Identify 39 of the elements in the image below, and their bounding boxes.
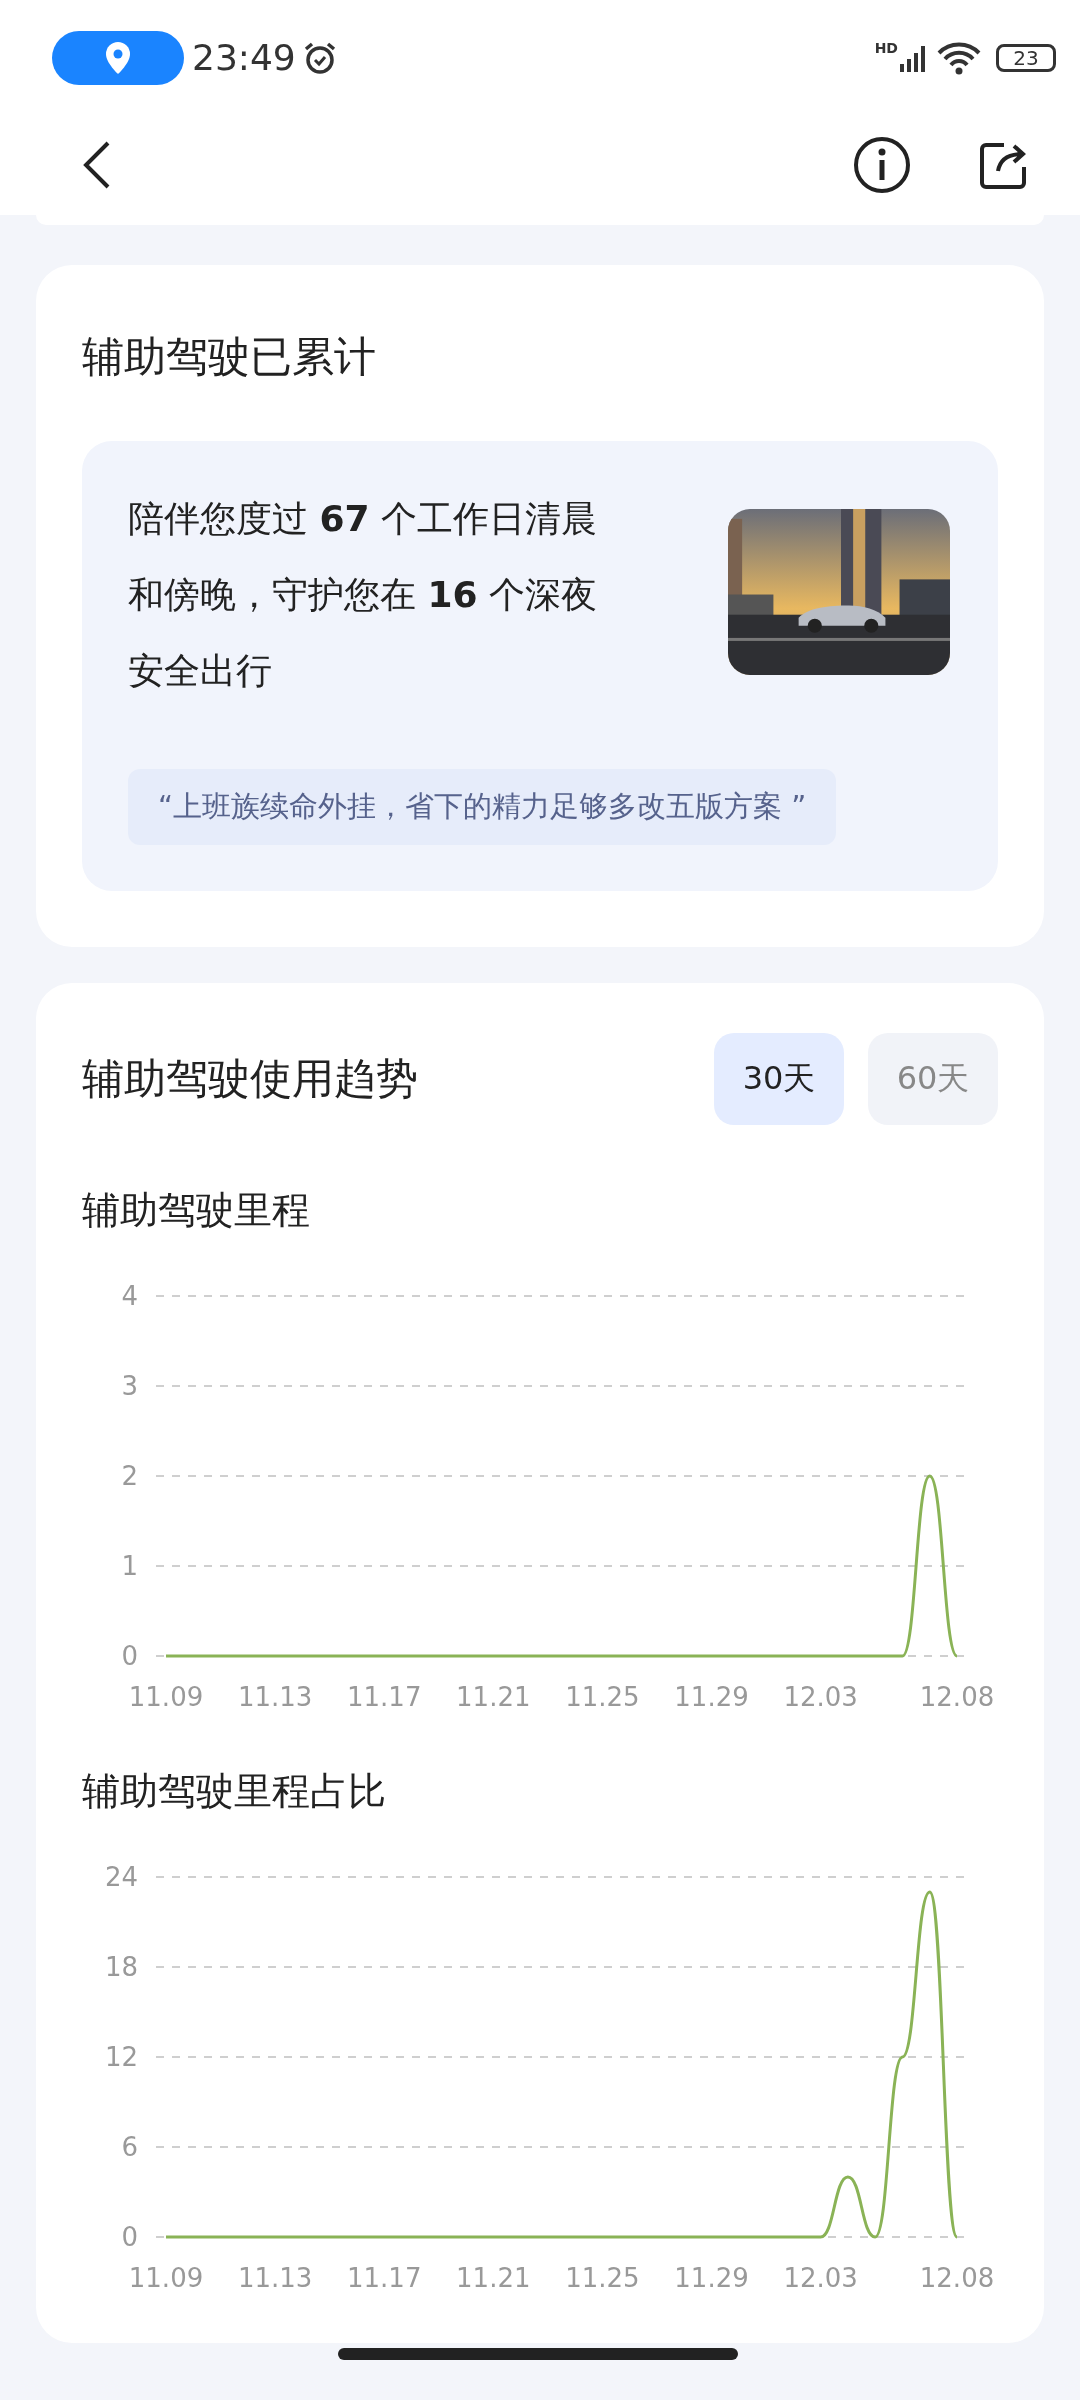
x-tick-label: 12.03 — [783, 2263, 858, 2287]
x-tick-label: 12.03 — [783, 1682, 858, 1706]
quote-bubble: “上班族续命外挂，省下的精力足够多改五版方案 ” — [128, 769, 837, 845]
x-tick-label: 11.17 — [347, 1682, 422, 1706]
x-tick-label: 11.21 — [456, 1682, 531, 1706]
x-tick-label: 11.29 — [674, 1682, 749, 1706]
x-tick-label: 11.17 — [347, 2263, 422, 2287]
y-tick-label: 4 — [121, 1281, 138, 1311]
period-tab[interactable]: 30天 — [714, 1033, 844, 1125]
y-tick-label: 0 — [121, 2222, 138, 2252]
y-tick-label: 12 — [104, 2042, 138, 2072]
card-title: 辅助驾驶已累计 — [82, 331, 377, 383]
x-tick-label: 11.25 — [565, 1682, 640, 1706]
x-tick-label: 11.13 — [237, 2263, 313, 2287]
info-icon[interactable] — [852, 135, 912, 195]
chart-title: 辅助驾驶里程占比 — [82, 1768, 387, 1815]
x-tick-label: 12.08 — [919, 1682, 995, 1706]
y-tick-label: 2 — [121, 1461, 138, 1491]
x-tick-label: 11.09 — [128, 2263, 204, 2287]
y-tick-label: 1 — [121, 1551, 138, 1581]
x-tick-label: 11.21 — [456, 2263, 531, 2287]
location-icon — [103, 39, 133, 76]
y-tick-label: 0 — [121, 1641, 138, 1671]
status-time: 23:49 — [192, 37, 296, 78]
battery-icon: 23 — [996, 43, 1056, 72]
x-tick-label: 11.13 — [237, 1682, 313, 1706]
x-tick-label: 11.29 — [674, 2263, 749, 2287]
chart-title: 辅助驾驶里程 — [82, 1187, 311, 1234]
x-tick-label: 11.09 — [128, 1682, 204, 1706]
y-tick-label: 3 — [121, 1371, 138, 1401]
y-tick-label: 24 — [104, 1862, 138, 1892]
card-title: 辅助驾驶使用趋势 — [82, 1053, 418, 1105]
wifi-icon — [936, 40, 982, 75]
summary-message: 陪伴您度过 67 个工作日清晨和傍晚，守护您在 16 个深夜安全出行 — [128, 497, 598, 693]
y-tick-label: 18 — [104, 1952, 138, 1982]
x-tick-label: 11.25 — [565, 2263, 640, 2287]
network-label: HD — [874, 40, 898, 56]
x-tick-label: 12.08 — [919, 2263, 995, 2287]
y-tick-label: 6 — [121, 2132, 138, 2162]
